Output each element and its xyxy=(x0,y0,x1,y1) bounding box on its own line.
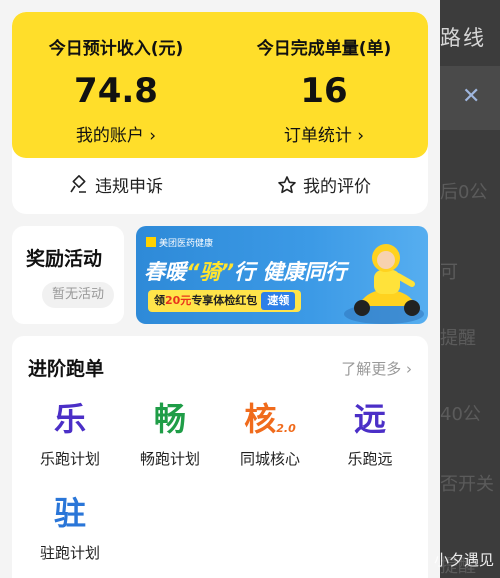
watermark: 小夕遇见 xyxy=(433,551,494,569)
my-reviews-button[interactable]: 我的评价 xyxy=(220,172,428,197)
violation-appeal-label: 违规申诉 xyxy=(95,177,163,197)
income-column[interactable]: 今日预计收入(元) 74.8 我的账户 › xyxy=(12,34,220,146)
chevron-right-icon: › xyxy=(351,126,365,146)
plan-name: 乐跑计划 xyxy=(39,450,100,468)
banner-brand-label: 美团医药健康 xyxy=(159,239,214,249)
orders-label: 今日完成单量(单) xyxy=(256,39,392,59)
close-icon[interactable]: ✕ xyxy=(462,84,480,109)
plan-name: 同城核心 xyxy=(239,450,300,468)
violation-appeal-button[interactable]: 违规申诉 xyxy=(12,172,220,197)
plan-icon: 畅 xyxy=(153,400,186,438)
chevron-right-icon: › xyxy=(143,126,157,146)
banner-headline-a: 春暖 xyxy=(144,260,186,284)
plan-item[interactable]: 畅 畅跑计划 xyxy=(120,396,220,469)
learn-more-link[interactable]: 了解更多 › xyxy=(341,358,412,379)
background-text: 后0公 xyxy=(440,182,488,203)
earnings-actions: 违规申诉 我的评价 xyxy=(12,172,428,204)
chevron-right-icon: › xyxy=(401,360,412,378)
promo-banner[interactable]: 美团医药健康 春暖“骑”行 健康同行 领20元专享体检红包 速领 xyxy=(136,226,428,324)
advanced-runs-card: 进阶跑单 了解更多 › 乐 乐跑计划 畅 畅跑计划 核2.0 同城核心 远 乐跑… xyxy=(12,336,428,578)
background-title: 路线 xyxy=(440,26,486,50)
earnings-summary: 今日预计收入(元) 74.8 我的账户 › 今日完成单量(单) 16 订单统计 … xyxy=(12,12,428,158)
plan-name: 乐跑远 xyxy=(347,450,393,468)
plan-name: 畅跑计划 xyxy=(139,450,200,468)
banner-headline: 春暖“骑”行 健康同行 xyxy=(144,256,346,286)
meituan-logo-icon xyxy=(146,237,156,247)
background-text: 否开关 xyxy=(440,474,494,495)
reward-title: 奖励活动 xyxy=(26,248,103,270)
background-text: 40公 xyxy=(440,404,481,425)
orders-column[interactable]: 今日完成单量(单) 16 订单统计 › xyxy=(220,34,428,146)
background-overlay: 路线 ✕ 后0公 可 提醒 40公 否开关 提醒 xyxy=(440,0,500,578)
side-panel: 今日预计收入(元) 74.8 我的账户 › 今日完成单量(单) 16 订单统计 … xyxy=(0,0,440,578)
earnings-card: 今日预计收入(元) 74.8 我的账户 › 今日完成单量(单) 16 订单统计 … xyxy=(12,12,428,214)
promo-prefix: 领 xyxy=(154,294,165,307)
learn-more-label: 了解更多 xyxy=(341,360,402,378)
plan-icon-glyph: 核 xyxy=(244,400,277,438)
my-reviews-label: 我的评价 xyxy=(303,177,371,197)
banner-headline-quote: “骑” xyxy=(186,260,235,284)
reward-status-chip: 暂无活动 xyxy=(42,282,114,308)
rider-illustration-icon xyxy=(344,244,424,324)
background-text: 提醒 xyxy=(440,328,476,349)
plan-name: 驻跑计划 xyxy=(39,544,100,562)
banner-brand: 美团医药健康 xyxy=(146,236,213,249)
income-value: 74.8 xyxy=(74,71,158,111)
gavel-icon xyxy=(70,175,86,193)
promo-suffix: 专享体检红包 xyxy=(191,294,258,307)
banner-headline-b: 行 健康同行 xyxy=(234,260,347,284)
plan-icon: 远 xyxy=(353,400,386,438)
my-account-label: 我的账户 xyxy=(75,126,144,146)
plan-item[interactable]: 乐 乐跑计划 xyxy=(20,396,120,469)
orders-value: 16 xyxy=(300,71,348,111)
plan-icon-version: 2.0 xyxy=(276,422,296,435)
plan-item[interactable]: 远 乐跑远 xyxy=(320,396,420,469)
income-label: 今日预计收入(元) xyxy=(48,39,184,59)
plan-item[interactable]: 驻 驻跑计划 xyxy=(20,490,120,563)
plan-icon: 驻 xyxy=(53,494,86,532)
plan-icon: 乐 xyxy=(53,400,86,438)
my-account-link[interactable]: 我的账户 › xyxy=(12,121,220,146)
promo-amount: 20元 xyxy=(165,294,192,307)
plan-icon: 核2.0 xyxy=(220,396,320,442)
reward-activity-card[interactable]: 奖励活动 暂无活动 xyxy=(12,226,124,324)
star-icon xyxy=(278,176,296,194)
background-text: 可 xyxy=(440,262,458,283)
banner-promo: 领20元专享体检红包 速领 xyxy=(148,290,302,312)
order-stats-link[interactable]: 订单统计 › xyxy=(220,121,428,146)
promo-claim-button[interactable]: 速领 xyxy=(261,292,296,310)
advanced-title: 进阶跑单 xyxy=(28,358,105,380)
order-stats-label: 订单统计 xyxy=(283,126,352,146)
plan-item[interactable]: 核2.0 同城核心 xyxy=(220,396,320,469)
